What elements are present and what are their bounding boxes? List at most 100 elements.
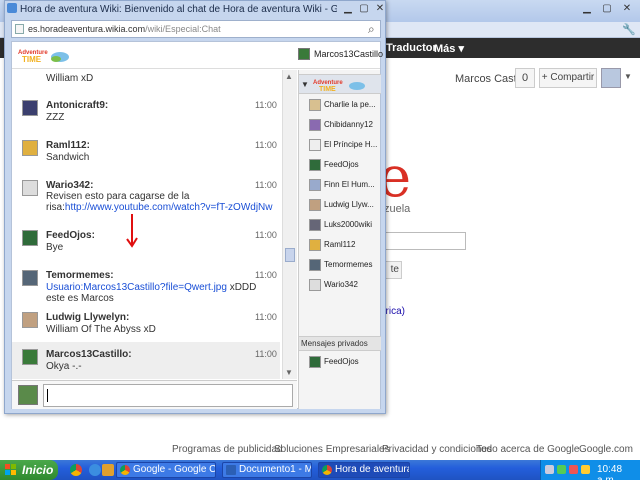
user-avatar [309,356,321,368]
tray-icon[interactable] [557,465,566,474]
message-item: Ludwig Llywelyn: 11:00 William Of The Ab… [12,306,280,342]
footer-domain-link[interactable]: Google.com [579,444,633,455]
start-button[interactable]: Inicio [0,460,58,480]
user-name: Ludwig Llyw... [324,200,374,209]
user-list-item[interactable]: El Príncipe H... [299,136,381,156]
message-avatar[interactable] [22,100,38,116]
minimize-icon[interactable]: ▁ [578,2,596,16]
tray-icon[interactable] [545,465,554,474]
nav-more[interactable]: Más ▾ [434,42,464,55]
notification-count[interactable]: 0 [515,68,535,88]
user-avatar [309,159,321,171]
message-text: ZZZ [46,112,65,123]
user-list: ▼ Adventure TIME Charlie la pe... Chibida… [298,70,381,409]
chrome-icon [322,465,332,475]
user-avatar [309,259,321,271]
popup-close-icon[interactable]: ✕ [371,2,389,16]
message-author[interactable]: Temormemes: [46,270,114,281]
chevron-down-icon[interactable]: ▼ [301,80,309,89]
user-list-item[interactable]: Temormemes [299,256,381,276]
user-name: Wario342 [324,280,358,289]
adventure-time-logo: Adventure TIME [16,46,70,64]
taskbar-chrome[interactable]: Google - Google Chrome [116,462,216,478]
tray-icon[interactable] [581,465,590,474]
windows-flag-icon [5,464,16,475]
user-name: El Príncipe H... [324,140,378,149]
user-avatar [309,279,321,291]
message-scrollbar[interactable]: ▲ ▼ [282,70,297,379]
chat-message-input[interactable] [43,384,293,407]
user-list-item[interactable]: Wario342 [299,276,381,296]
start-label: Inicio [22,463,54,477]
user-name: FeedOjos [324,160,359,169]
message-author[interactable]: Raml112: [46,140,90,151]
tray-icon[interactable] [569,465,578,474]
user-list-item[interactable]: Finn El Hum... [299,176,381,196]
browser-icon[interactable] [89,464,101,476]
message-link[interactable]: http://www.youtube.com/watch?v=fT-zOWdjN… [65,202,273,213]
address-bar[interactable]: es.horadeaventura.wikia.com/wiki/Especia… [11,20,381,38]
wrench-icon[interactable]: 🔧 [622,23,636,36]
message-avatar[interactable] [22,349,38,365]
clock[interactable]: 10:48 a.m. [597,464,640,480]
message-list[interactable]: William xD Antonicraft9: 11:00 ZZZ Raml1… [12,70,280,379]
word-icon [226,465,236,475]
footer-business-link[interactable]: Soluciones Empresariales [274,444,390,455]
current-user-name[interactable]: Marcos13Castillo [314,49,383,59]
user-name: Charlie la pe... [324,100,376,109]
message-item: Wario342: 11:00 Revisen esto para cagars… [12,174,280,220]
chevron-down-icon[interactable]: ▼ [624,72,632,81]
user-name: Raml112 [324,240,356,249]
avatar[interactable] [601,68,621,88]
footer-links: Programas de publicidad Soluciones Empre… [0,444,640,458]
nav-traductor[interactable]: Traductor [386,42,437,54]
address-host: es.horadeaventura.wikia.com [28,24,146,34]
message-avatar[interactable] [22,312,38,328]
message-author[interactable]: FeedOjos: [46,230,95,241]
user-list-item[interactable]: Ludwig Llyw... [299,196,381,216]
user-list-item[interactable]: Chibidanny12 [299,116,381,136]
maximize-icon[interactable]: ▢ [598,2,616,16]
search-icon[interactable]: ⌕ [368,22,375,37]
message-link[interactable]: Usuario:Marcos13Castillo?file=Qwert.jpg [46,282,227,293]
share-button[interactable]: + Compartir [539,68,597,88]
scrollbar-thumb[interactable] [285,248,295,262]
red-arrow-icon [126,214,138,248]
current-user-avatar[interactable] [298,48,310,60]
close-icon[interactable]: ✕ [618,2,636,16]
taskbar-word[interactable]: Documento1 - Micros... [222,462,312,478]
message-item: Marcos13Castillo: 11:00 Okya -.- [12,342,280,379]
google-search-input[interactable] [380,232,466,250]
scroll-down-icon[interactable]: ▼ [285,368,293,377]
user-list-header[interactable]: ▼ Adventure TIME [299,74,381,94]
scroll-up-icon[interactable]: ▲ [285,72,293,81]
system-tray: 10:48 a.m. [540,460,640,480]
message-author[interactable]: Wario342: [46,180,93,191]
message-author[interactable]: Antonicraft9: [46,100,108,111]
address-text[interactable]: es.horadeaventura.wikia.com/wiki/Especia… [28,24,221,34]
wikia-favicon-icon [7,3,17,13]
message-author[interactable]: Ludwig Llywelyn: [46,312,129,323]
footer-ads-link[interactable]: Programas de publicidad [172,444,283,455]
chrome-icon[interactable] [70,464,82,476]
message-time: 11:00 [255,100,277,110]
chat-content: Adventure TIME Marcos13Castillo William … [11,41,383,409]
user-list-item[interactable]: Luks2000wiki [299,216,381,236]
message-avatar[interactable] [22,230,38,246]
message-avatar[interactable] [22,140,38,156]
user-list-item[interactable]: FeedOjos [299,156,381,176]
user-list-item[interactable]: FeedOjos [299,353,381,373]
user-list-item[interactable]: Raml112 [299,236,381,256]
message-avatar[interactable] [22,180,38,196]
task-label: Documento1 - Micros... [239,464,311,475]
user-avatar [309,239,321,251]
app-icon[interactable] [102,464,114,476]
user-list-item[interactable]: Charlie la pe... [299,96,381,116]
message-avatar[interactable] [22,270,38,286]
popup-title-text: Hora de aventura Wiki: Bienvenido al cha… [20,4,337,15]
taskbar-chat[interactable]: Hora de aventura Wi... [318,462,410,478]
message-author[interactable]: Marcos13Castillo: [46,349,132,360]
footer-about-link[interactable]: Todo acerca de Google [476,444,579,455]
message-item: FeedOjos: 11:00 Bye [12,224,280,260]
chat-header: Adventure TIME Marcos13Castillo [12,42,383,69]
